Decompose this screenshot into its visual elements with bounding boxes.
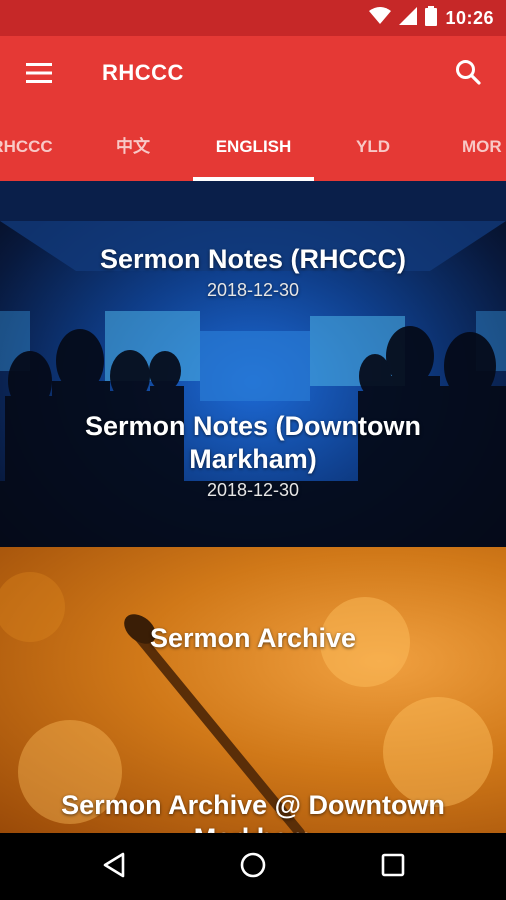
- tab-yld[interactable]: YLD: [328, 112, 418, 181]
- tab-bar: RHCCC 中文 ENGLISH YLD MOR: [0, 112, 506, 181]
- menu-button[interactable]: [22, 58, 56, 92]
- item-title: Sermon Archive @ Downtown Markham: [61, 790, 445, 833]
- back-button[interactable]: [94, 847, 134, 887]
- home-icon: [239, 851, 267, 884]
- search-button[interactable]: [450, 56, 486, 92]
- item-title: Sermon Notes (RHCCC): [99, 244, 407, 274]
- recents-icon: [381, 853, 405, 882]
- list-item[interactable]: Sermon Notes (Downtown Markham) 2018-12-…: [0, 410, 506, 501]
- item-title: Sermon Archive: [149, 623, 357, 653]
- cell-signal-icon: [399, 6, 418, 30]
- tab-rhccc[interactable]: RHCCC: [0, 112, 72, 181]
- list-item[interactable]: Sermon Archive: [0, 622, 506, 655]
- tab-more[interactable]: MOR: [462, 112, 506, 181]
- navigation-bar: [0, 833, 506, 900]
- item-title: Sermon Notes (Downtown Markham): [85, 411, 421, 474]
- battery-icon: [425, 5, 438, 31]
- recents-button[interactable]: [373, 847, 413, 887]
- app-bar: RHCCC: [0, 36, 506, 112]
- status-icons: 10:26: [369, 5, 494, 31]
- item-date: 2018-12-30: [206, 480, 300, 500]
- tab-chinese[interactable]: 中文: [86, 112, 180, 181]
- list-item[interactable]: Sermon Archive @ Downtown Markham: [0, 789, 506, 833]
- sermon-archive-card: Sermon Archive Sermon Archive @ Downtown…: [0, 547, 506, 833]
- search-icon: [455, 59, 481, 90]
- menu-icon: [26, 62, 52, 88]
- tab-english[interactable]: ENGLISH: [193, 112, 314, 181]
- status-bar: 10:26: [0, 0, 506, 36]
- home-button[interactable]: [233, 847, 273, 887]
- list-item[interactable]: Sermon Notes (RHCCC) 2018-12-30: [0, 243, 506, 301]
- back-icon: [102, 852, 126, 883]
- wifi-icon: [369, 6, 392, 30]
- status-time: 10:26: [445, 7, 494, 28]
- sermon-notes-card: Sermon Notes (RHCCC) 2018-12-30 Sermon N…: [0, 181, 506, 547]
- item-date: 2018-12-30: [206, 280, 300, 300]
- app-title: RHCCC: [102, 60, 184, 85]
